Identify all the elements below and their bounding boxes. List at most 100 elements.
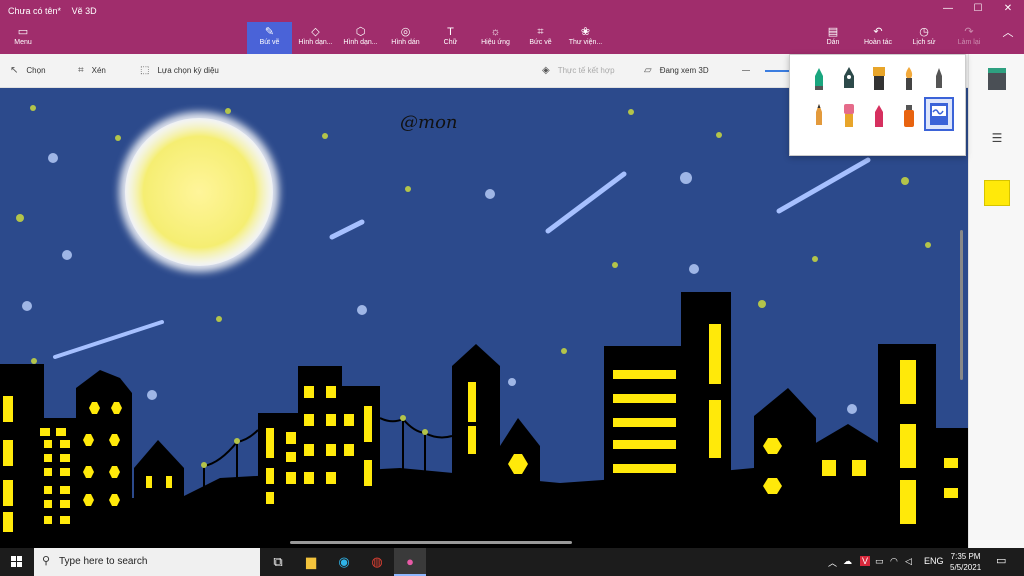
selected-color-swatch[interactable] bbox=[984, 180, 1010, 206]
tool-label: Hình dạn... bbox=[298, 39, 333, 46]
tool-3d-library[interactable]: ❀ Thư viện... bbox=[563, 22, 608, 54]
view-3d-icon: ▱ bbox=[644, 65, 652, 76]
window-title: Chưa có tên* Vẽ 3D bbox=[8, 6, 105, 16]
mixed-reality-icon: ◈ bbox=[542, 65, 550, 76]
paint3d-taskbar-button[interactable]: ● bbox=[394, 548, 426, 576]
spray-can-brush[interactable] bbox=[898, 101, 920, 129]
crayon-icon bbox=[875, 105, 883, 127]
menu-button[interactable]: ▭ Menu bbox=[6, 22, 40, 54]
undo-icon: ↶ bbox=[873, 26, 883, 38]
undo-label: Hoàn tác bbox=[863, 39, 893, 46]
chevron-up-icon: ︿ bbox=[1002, 27, 1014, 39]
skyline bbox=[0, 292, 968, 548]
tool-effects[interactable]: ☼ Hiệu ứng bbox=[473, 22, 518, 54]
magic-select-icon: ⬚ bbox=[140, 65, 150, 76]
app-name: Vẽ 3D bbox=[71, 6, 97, 16]
task-view-button[interactable]: ⧉ bbox=[262, 548, 294, 576]
shooting-star bbox=[53, 320, 164, 359]
tool-label: Thư viện... bbox=[568, 39, 603, 46]
brush-icon: ✎ bbox=[264, 26, 275, 38]
shapes-3d-icon: ⬡ bbox=[355, 26, 366, 38]
pencil-icon bbox=[816, 104, 822, 125]
tool-label: Chữ bbox=[443, 39, 458, 46]
marker-brush[interactable] bbox=[808, 64, 830, 92]
pencil-brush[interactable] bbox=[808, 101, 830, 129]
notification-icon[interactable]: ▭ bbox=[996, 554, 1006, 567]
tool-label: Hiệu ứng bbox=[481, 39, 510, 46]
folder-icon: ▆ bbox=[306, 554, 316, 569]
moon-core bbox=[125, 118, 273, 266]
paint-bucket-icon bbox=[988, 68, 1006, 90]
paint-bucket-button[interactable] bbox=[983, 68, 1011, 96]
history-button[interactable]: ◷ Lịch sử bbox=[904, 22, 944, 54]
taskbar-search[interactable]: ⚲ Type here to search bbox=[34, 548, 260, 576]
tool-label: Bút vẽ bbox=[259, 39, 280, 46]
text-icon: T bbox=[447, 26, 454, 38]
close-button[interactable]: ✕ bbox=[994, 3, 1022, 14]
spray-can-icon bbox=[904, 105, 914, 127]
horizontal-scrollbar[interactable] bbox=[290, 541, 572, 544]
battery-icon[interactable]: ▭ bbox=[875, 556, 884, 567]
magic-select-button[interactable]: ⬚ Lựa chọn kỳ diệu bbox=[140, 65, 219, 76]
view-3d-button[interactable]: ▱ Đang xem 3D bbox=[644, 65, 709, 76]
select-cursor-icon: ↖ bbox=[10, 65, 19, 76]
tool-3d-shapes[interactable]: ⬡ Hình dạn... bbox=[338, 22, 383, 54]
search-icon: ⚲ bbox=[42, 555, 51, 567]
tool-label: Hình dạn... bbox=[343, 39, 378, 46]
clock-date: 5/5/2021 bbox=[950, 563, 982, 572]
volume-icon[interactable]: ◁ bbox=[905, 556, 912, 567]
redo-button[interactable]: ↷ Làm lại bbox=[950, 22, 988, 54]
paste-button[interactable]: ▤ Dán bbox=[816, 22, 850, 54]
painting: @mon bbox=[0, 105, 968, 548]
pixel-pen-icon bbox=[936, 68, 942, 88]
maximize-button[interactable]: ☐ bbox=[964, 3, 992, 14]
app-tray-icon[interactable]: V bbox=[860, 556, 871, 566]
tool-2d-shapes[interactable]: ◇ Hình dạn... bbox=[293, 22, 338, 54]
edge-button[interactable]: ◉ bbox=[328, 548, 360, 576]
history-label: Lịch sử bbox=[912, 39, 936, 46]
vertical-scrollbar[interactable] bbox=[960, 230, 963, 380]
clock[interactable]: 7:35 PM 5/5/2021 bbox=[950, 551, 981, 573]
crayon-brush[interactable] bbox=[868, 101, 890, 129]
taskbar: ⚲ Type here to search ⧉ ▆ ◉ ◍ ● ︿ ☁ V ▭ … bbox=[0, 548, 1024, 576]
calligraphy-pen-brush[interactable] bbox=[838, 64, 860, 92]
start-button[interactable] bbox=[0, 548, 34, 576]
effects-icon: ☼ bbox=[490, 26, 501, 38]
language-indicator[interactable]: ENG bbox=[924, 556, 944, 566]
pixel-pen-brush[interactable] bbox=[928, 64, 950, 92]
onedrive-icon[interactable]: ☁ bbox=[843, 556, 852, 567]
tray-overflow-icon[interactable]: ︿ bbox=[828, 556, 837, 569]
shooting-star bbox=[545, 171, 627, 234]
shooting-star bbox=[329, 219, 365, 240]
collapse-ribbon-button[interactable]: ︿ bbox=[996, 24, 1020, 56]
tool-stickers[interactable]: ◎ Hình dán bbox=[383, 22, 428, 54]
minimize-button[interactable]: — bbox=[934, 3, 962, 14]
task-view-icon: ⧉ bbox=[273, 554, 283, 569]
settings-sliders-button[interactable]: ☰ bbox=[983, 124, 1011, 152]
windows-logo-icon bbox=[11, 556, 22, 567]
tool-text[interactable]: T Chữ bbox=[428, 22, 473, 54]
magic-select-label: Lựa chọn kỳ diệu bbox=[157, 66, 219, 75]
watercolor-icon bbox=[905, 67, 913, 90]
watercolor-brush[interactable] bbox=[898, 64, 920, 92]
oil-brush[interactable] bbox=[868, 64, 890, 92]
marker-icon bbox=[815, 68, 823, 90]
crop-icon: ⌗ bbox=[78, 65, 84, 76]
tool-brushes[interactable]: ✎ Bút vẽ bbox=[247, 22, 292, 54]
shapes-2d-icon: ◇ bbox=[311, 26, 320, 38]
zoom-minus[interactable] bbox=[742, 70, 750, 71]
crop-button[interactable]: ⌗ Xén bbox=[78, 65, 106, 76]
wifi-icon[interactable]: ◠ bbox=[890, 556, 898, 567]
mixed-reality-button[interactable]: ◈ Thực tế kết hợp bbox=[542, 65, 615, 76]
undo-button[interactable]: ↶ Hoàn tác bbox=[857, 22, 899, 54]
drawing-canvas[interactable]: @mon bbox=[0, 88, 968, 548]
zoom-slider[interactable] bbox=[765, 70, 789, 72]
tool-canvas[interactable]: ⌗ Bức vẽ bbox=[518, 22, 563, 54]
brush-properties-panel: ☰ bbox=[968, 54, 1024, 548]
file-explorer-button[interactable]: ▆ bbox=[295, 548, 327, 576]
chrome-button[interactable]: ◍ bbox=[361, 548, 393, 576]
eraser-brush[interactable] bbox=[838, 101, 860, 129]
fill-brush[interactable] bbox=[924, 97, 954, 131]
select-button[interactable]: ↖ Chọn bbox=[10, 65, 46, 76]
select-label: Chọn bbox=[26, 66, 46, 75]
